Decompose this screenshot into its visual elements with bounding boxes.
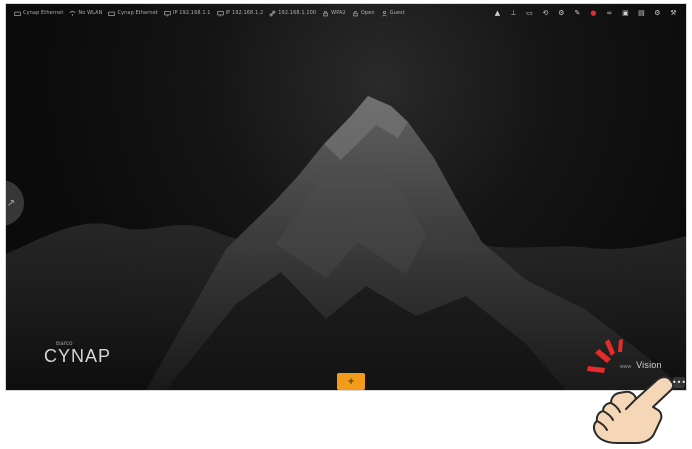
brand-main: CYNAP — [44, 346, 112, 366]
bottom-right-label: www Vision — [620, 360, 662, 370]
edit-icon[interactable]: ✎ — [573, 9, 582, 18]
display-icon[interactable]: ▣ — [621, 9, 630, 18]
lock-icon — [323, 10, 328, 16]
status-label: IP 192.168.1.2 — [225, 10, 264, 16]
cast-icon[interactable]: ⟲ — [541, 9, 550, 18]
unlock-icon — [353, 10, 358, 16]
status-label: 192.168.1.100 — [278, 10, 317, 16]
status-label: No WLAN — [78, 10, 103, 16]
mountain-wallpaper — [6, 96, 686, 390]
brand-top: Barco — [56, 341, 73, 347]
label-small: www — [620, 364, 632, 370]
gear-icon[interactable]: ⚙ — [557, 9, 566, 18]
status-label: Open — [360, 10, 375, 16]
more-icon: ••• — [671, 377, 686, 387]
tools-icon[interactable]: ⚒ — [669, 9, 678, 18]
status-item: Guest — [381, 10, 405, 17]
ethernet-icon — [14, 11, 21, 16]
status-item: IP 192.168.1.1 — [164, 10, 211, 17]
system-tray: ▲ ⊥ ▭ ⟲ ⚙ ✎ ● ∞ ▣ ▤ ⚙ ⚒ — [493, 9, 678, 18]
status-label: Guest — [389, 10, 405, 16]
status-item: Open — [352, 10, 375, 17]
network-icon[interactable]: ⊥ — [509, 9, 518, 18]
screen-share-icon[interactable]: ▭ — [525, 9, 534, 18]
lock-icon[interactable]: ▤ — [637, 9, 646, 18]
add-icon: + — [347, 376, 355, 387]
status-item: 192.168.1.100 — [269, 10, 316, 17]
cynap-screen: Cynap Ethernet No WLAN Cynap Ethernet IP… — [6, 4, 686, 390]
cynap-logo: Barco CYNAP — [44, 341, 111, 365]
link-icon — [269, 10, 276, 16]
guest-icon — [381, 10, 387, 17]
stage: Cynap Ethernet No WLAN Cynap Ethernet IP… — [0, 0, 692, 449]
chevron-icon: ↗ — [6, 197, 16, 209]
settings-icon[interactable]: ⚙ — [653, 9, 662, 18]
status-label: Cynap Ethernet — [23, 10, 64, 16]
link-icon[interactable]: ∞ — [605, 9, 614, 18]
status-item: No WLAN — [69, 10, 102, 17]
more-options-button[interactable]: ••• — [671, 377, 686, 388]
status-item: WPA2 — [322, 10, 346, 17]
status-label: WPA2 — [331, 10, 346, 16]
monitor-icon — [216, 10, 224, 16]
record-icon[interactable]: ● — [589, 9, 598, 18]
network-status-group: Cynap Ethernet No WLAN Cynap Ethernet IP… — [14, 10, 405, 17]
top-status-bar: Cynap Ethernet No WLAN Cynap Ethernet IP… — [6, 4, 686, 22]
add-source-button[interactable]: + — [337, 373, 365, 390]
status-item: Cynap Ethernet — [14, 10, 63, 17]
status-item: Cynap Ethernet — [108, 10, 158, 17]
user-icon[interactable]: ▲ — [493, 9, 502, 18]
ethernet-icon — [108, 11, 116, 16]
monitor-icon — [164, 10, 171, 16]
status-item: IP 192.168.1.2 — [216, 10, 264, 17]
status-label: IP 192.168.1.1 — [172, 10, 211, 16]
label-text: Vision — [636, 360, 662, 370]
wifi-icon — [69, 10, 76, 16]
status-label: Cynap Ethernet — [117, 10, 158, 16]
